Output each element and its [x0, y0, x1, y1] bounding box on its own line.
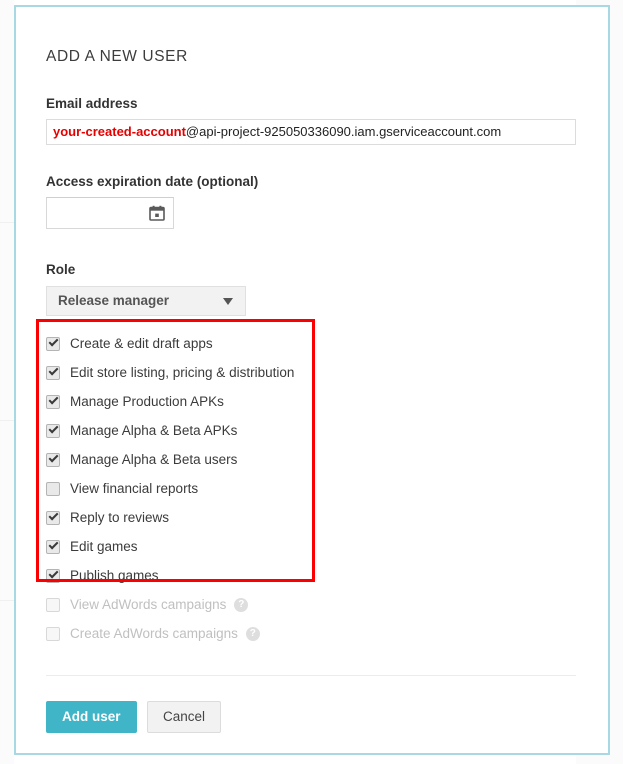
permission-label: View AdWords campaigns: [70, 597, 227, 612]
add-user-card: ADD A NEW USER Email address your-create…: [14, 5, 610, 755]
permission-label: Edit store listing, pricing & distributi…: [70, 365, 295, 380]
email-domain-part: @api-project-925050336090.iam.gserviceac…: [185, 124, 502, 139]
permissions-list: Create & edit draft apps Edit store listi…: [46, 329, 566, 648]
permission-checkbox[interactable]: [46, 423, 60, 438]
permission-label: Create & edit draft apps: [70, 336, 213, 351]
email-username-part: your-created-account: [53, 124, 186, 139]
permission-label: Publish games: [70, 568, 159, 583]
permission-row: View AdWords campaigns?: [46, 590, 566, 619]
permission-checkbox[interactable]: [46, 336, 60, 351]
email-label: Email address: [46, 96, 138, 111]
permission-row[interactable]: Manage Alpha & Beta users: [46, 445, 566, 474]
permission-row: Create AdWords campaigns?: [46, 619, 566, 648]
page-title: ADD A NEW USER: [46, 48, 188, 65]
help-icon[interactable]: ?: [234, 597, 249, 612]
permission-checkbox[interactable]: [46, 452, 60, 467]
email-field[interactable]: your-created-account@api-project-9250503…: [46, 119, 576, 145]
permission-row[interactable]: Edit store listing, pricing & distributi…: [46, 358, 566, 387]
chevron-down-icon: [223, 298, 233, 305]
expiration-date-label: Access expiration date (optional): [46, 174, 259, 189]
form-actions: Add user Cancel: [46, 701, 221, 733]
footer-divider: [46, 675, 576, 676]
permission-checkbox: [46, 597, 60, 612]
permission-checkbox[interactable]: [46, 394, 60, 409]
page-background-left: [0, 0, 14, 764]
permission-row[interactable]: Manage Alpha & Beta APKs: [46, 416, 566, 445]
expiration-date-input[interactable]: [46, 197, 174, 229]
permission-label: Edit games: [70, 539, 138, 554]
role-select[interactable]: Release manager: [46, 286, 246, 316]
permission-label: Manage Alpha & Beta APKs: [70, 423, 238, 438]
role-selected-value: Release manager: [58, 293, 170, 308]
help-icon[interactable]: ?: [245, 626, 260, 641]
permission-label: Reply to reviews: [70, 510, 170, 525]
background-ghost-line: [0, 420, 14, 421]
permission-checkbox[interactable]: [46, 568, 60, 583]
permission-row[interactable]: View financial reports: [46, 474, 566, 503]
permission-row[interactable]: Edit games: [46, 532, 566, 561]
cancel-button[interactable]: Cancel: [146, 701, 221, 733]
permission-checkbox[interactable]: [46, 510, 60, 525]
background-ghost-line: [0, 222, 14, 223]
screenshot-root: ADD A NEW USER Email address your-create…: [0, 0, 623, 764]
add-user-button[interactable]: Add user: [46, 701, 137, 733]
permission-checkbox[interactable]: [46, 481, 60, 496]
permission-label: View financial reports: [70, 481, 199, 496]
permission-row[interactable]: Manage Production APKs: [46, 387, 566, 416]
permission-checkbox[interactable]: [46, 539, 60, 554]
permission-checkbox[interactable]: [46, 365, 60, 380]
permission-label: Manage Alpha & Beta users: [70, 452, 238, 467]
permission-label: Manage Production APKs: [70, 394, 224, 409]
permission-row[interactable]: Publish games: [46, 561, 566, 590]
permission-label: Create AdWords campaigns: [70, 626, 238, 641]
permission-row[interactable]: Create & edit draft apps: [46, 329, 566, 358]
permission-row[interactable]: Reply to reviews: [46, 503, 566, 532]
calendar-icon[interactable]: [149, 205, 165, 221]
permission-checkbox: [46, 626, 60, 641]
role-label: Role: [46, 262, 76, 277]
background-ghost-line: [0, 600, 14, 601]
